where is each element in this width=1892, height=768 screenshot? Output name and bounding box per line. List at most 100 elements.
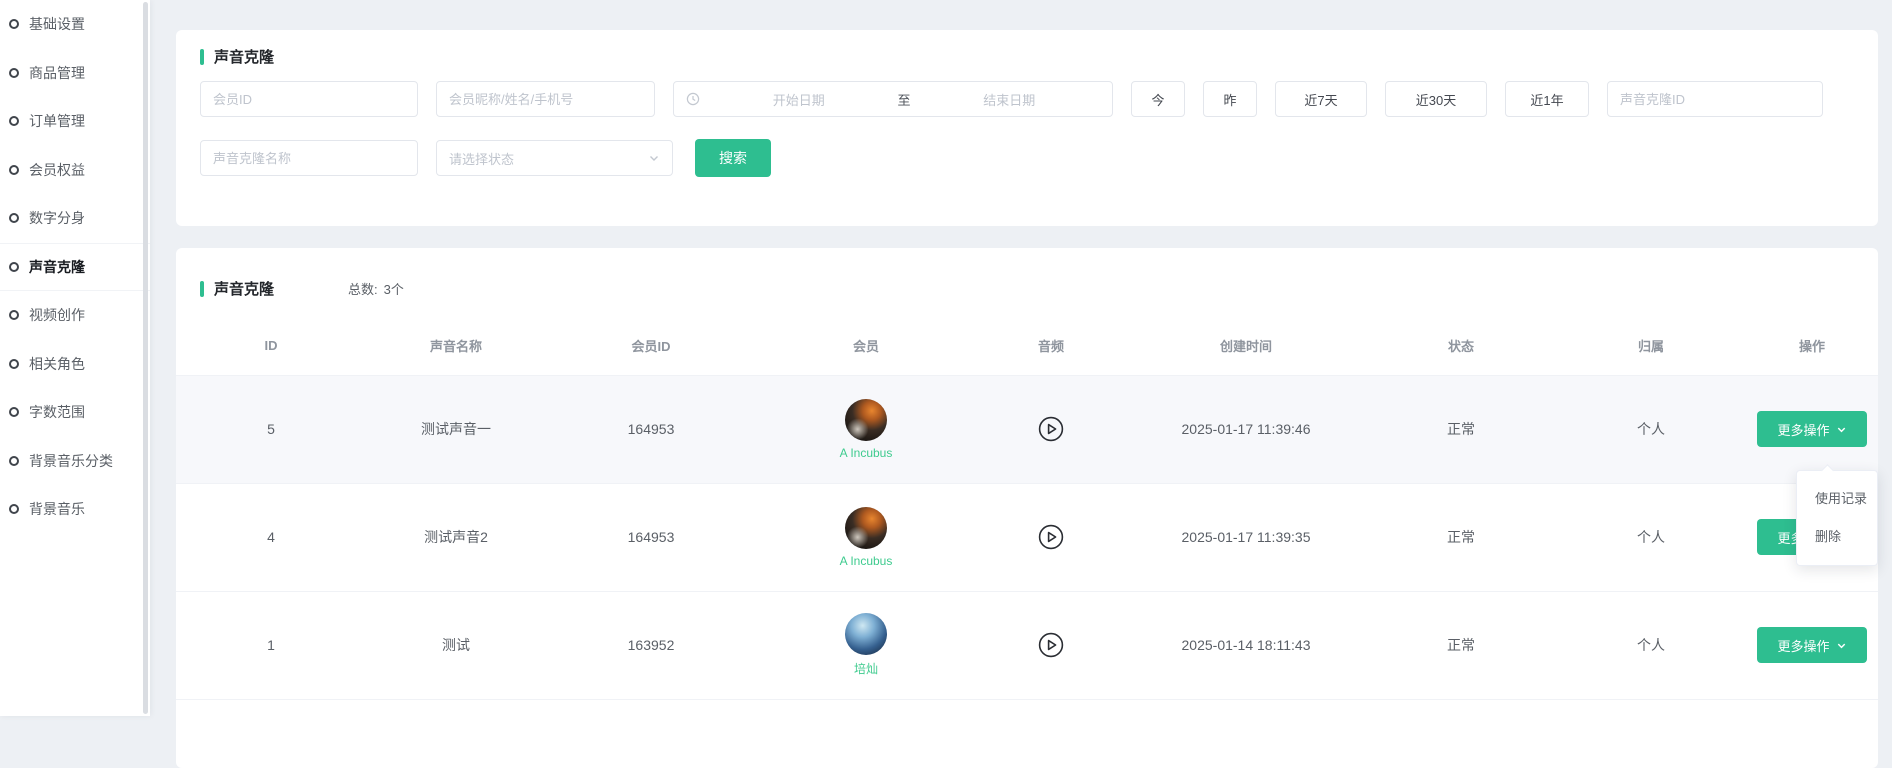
voice-clone-id-input[interactable] [1607,81,1823,117]
radio-circle-icon [9,165,19,175]
voice-clone-table-card: 声音克隆 总数: 3个 ID 声音名称 会员ID 会员 音频 创建时间 [176,248,1878,768]
sidebar-item-voice-clone[interactable]: 声音克隆 [0,243,150,292]
sidebar-item-word-count-range[interactable]: 字数范围 [0,388,150,437]
status-select-placeholder: 请选择状态 [449,149,514,168]
member-link[interactable]: A Incubus [840,507,893,568]
table-row: 5 测试声音一 164953 A Incubus [176,375,1878,483]
cell-member: 培灿 [756,591,976,699]
play-audio-button[interactable] [1038,524,1064,550]
dropdown-item-usage-records[interactable]: 使用记录 [1797,480,1877,518]
total-value: 3个 [384,279,404,298]
cell-status: 正常 [1366,375,1556,483]
cell-audio [976,591,1126,699]
sidebar-item-label: 数字分身 [29,208,85,228]
cell-created: 2025-01-17 11:39:46 [1126,375,1366,483]
col-header-actions: 操作 [1746,317,1878,375]
radio-circle-icon [9,116,19,126]
col-header-member: 会员 [756,317,976,375]
sidebar-item-label: 背景音乐 [29,499,85,519]
sidebar-item-basic-settings[interactable]: 基础设置 [0,0,150,49]
sidebar-item-member-benefits[interactable]: 会员权益 [0,146,150,195]
col-header-created: 创建时间 [1126,317,1366,375]
table-header-row: ID 声音名称 会员ID 会员 音频 创建时间 状态 归属 操作 [176,317,1878,375]
sidebar-item-label: 字数范围 [29,402,85,422]
cell-voice-name: 测试声音一 [366,375,546,483]
page-title: 声音克隆 [214,46,274,67]
col-header-status: 状态 [1366,317,1556,375]
sidebar-item-related-roles[interactable]: 相关角色 [0,340,150,389]
cell-owner: 个人 [1556,375,1746,483]
sidebar-item-product-management[interactable]: 商品管理 [0,49,150,98]
start-date-placeholder: 开始日期 [708,90,890,109]
filter-card: 声音克隆 开始日期 至 结束日期 今 昨 近7天 近30天 近1年 请选择状 [176,30,1878,226]
end-date-placeholder: 结束日期 [919,90,1101,109]
cell-audio [976,375,1126,483]
radio-circle-icon [9,407,19,417]
cell-id: 4 [176,483,366,591]
cell-voice-name: 测试声音2 [366,483,546,591]
play-icon [1038,632,1064,658]
sidebar-item-bgm[interactable]: 背景音乐 [0,485,150,534]
cell-created: 2025-01-14 18:11:43 [1126,591,1366,699]
play-audio-button[interactable] [1038,632,1064,658]
play-audio-button[interactable] [1038,416,1064,442]
radio-circle-icon [9,310,19,320]
sidebar-item-order-management[interactable]: 订单管理 [0,97,150,146]
cell-member-id: 164953 [546,483,756,591]
quick-date-30days-button[interactable]: 近30天 [1385,81,1487,117]
more-actions-button[interactable]: 更多操作 [1757,411,1867,447]
sidebar-item-digital-avatar[interactable]: 数字分身 [0,194,150,243]
title-accent-bar [200,49,204,65]
play-icon [1038,416,1064,442]
member-id-input[interactable] [200,81,418,117]
member-link[interactable]: 培灿 [845,613,887,677]
cell-member-id: 164953 [546,375,756,483]
radio-circle-icon [9,68,19,78]
member-avatar [845,399,887,441]
more-actions-label: 更多操作 [1777,420,1829,439]
radio-circle-icon [9,456,19,466]
cell-voice-name: 测试 [366,591,546,699]
quick-date-today-button[interactable]: 今 [1131,81,1185,117]
member-avatar [845,613,887,655]
sidebar-item-bgm-category[interactable]: 背景音乐分类 [0,437,150,486]
filter-card-title: 声音克隆 [200,46,1854,67]
status-select[interactable]: 请选择状态 [436,140,673,176]
member-name: 培灿 [854,660,878,677]
cell-created: 2025-01-17 11:39:35 [1126,483,1366,591]
chevron-down-icon [1836,640,1847,651]
cell-id: 5 [176,375,366,483]
cell-actions: 更多操作 [1746,591,1878,699]
dropdown-item-delete[interactable]: 删除 [1797,518,1877,556]
radio-circle-icon [9,19,19,29]
cell-member: A Incubus [756,483,976,591]
chevron-down-icon [1836,424,1847,435]
cell-member: A Incubus [756,375,976,483]
sidebar-item-label: 基础设置 [29,14,85,34]
col-header-id: ID [176,317,366,375]
more-actions-button[interactable]: 更多操作 [1757,627,1867,663]
member-avatar [845,507,887,549]
search-button[interactable]: 搜索 [695,139,771,177]
cell-member-id: 163952 [546,591,756,699]
sidebar-item-video-creation[interactable]: 视频创作 [0,291,150,340]
quick-date-yesterday-button[interactable]: 昨 [1203,81,1257,117]
quick-date-7days-button[interactable]: 近7天 [1275,81,1367,117]
cell-status: 正常 [1366,591,1556,699]
clock-icon [686,92,700,106]
sidebar-scrollbar[interactable] [143,2,148,714]
member-name-input[interactable] [436,81,655,117]
total-label: 总数: [348,279,378,298]
date-separator: 至 [898,90,911,109]
cell-audio [976,483,1126,591]
date-range-picker[interactable]: 开始日期 至 结束日期 [673,81,1113,117]
table-card-title: 声音克隆 总数: 3个 [176,278,1878,299]
radio-circle-icon [9,359,19,369]
col-header-audio: 音频 [976,317,1126,375]
member-link[interactable]: A Incubus [840,399,893,460]
more-actions-dropdown: 使用记录 删除 [1796,470,1878,566]
cell-id: 1 [176,591,366,699]
voice-clone-name-input[interactable] [200,140,418,176]
filter-row-1: 开始日期 至 结束日期 今 昨 近7天 近30天 近1年 [200,81,1854,117]
quick-date-1year-button[interactable]: 近1年 [1505,81,1589,117]
